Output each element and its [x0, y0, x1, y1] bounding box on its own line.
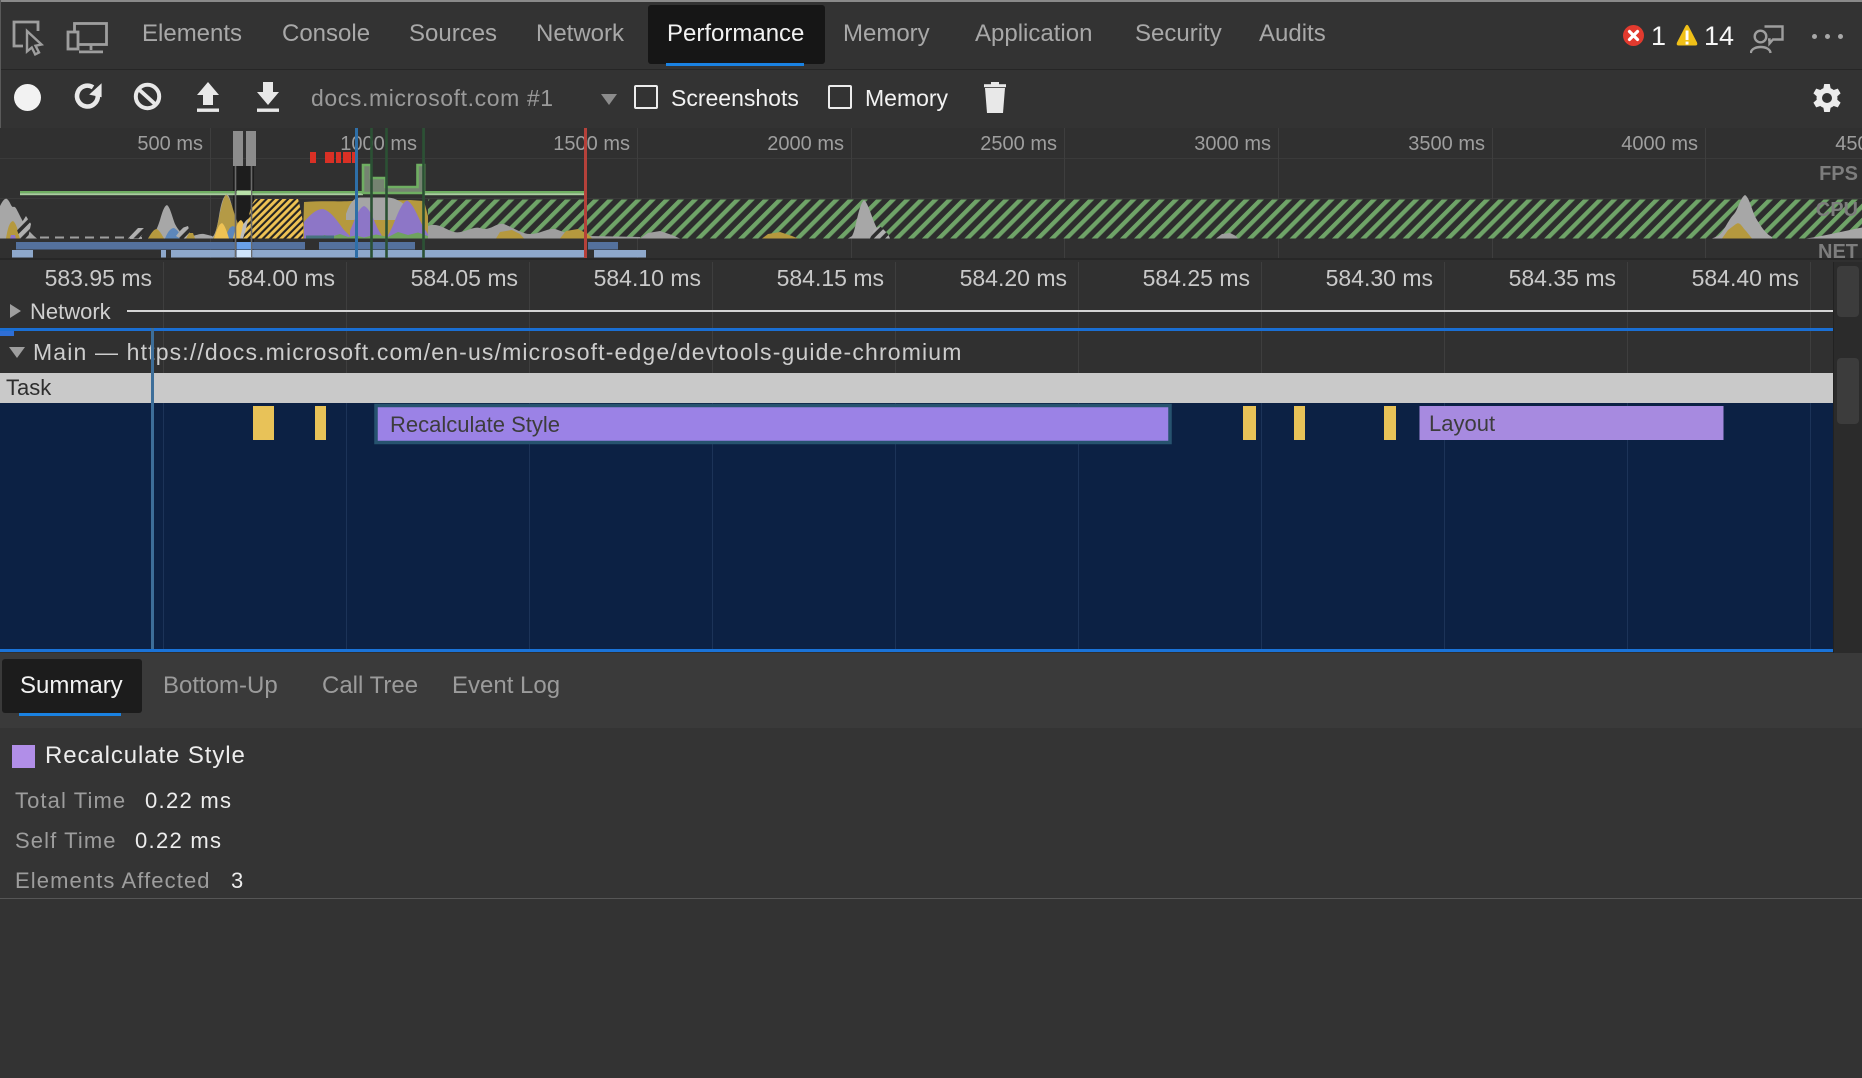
svg-text:584.00 ms: 584.00 ms — [228, 265, 335, 291]
svg-text:FPS: FPS — [1819, 163, 1858, 185]
svg-text:Recalculate Style: Recalculate Style — [390, 412, 560, 437]
svg-text:2500 ms: 2500 ms — [980, 133, 1057, 155]
svg-text:3000 ms: 3000 ms — [1194, 133, 1271, 155]
svg-text:584.20 ms: 584.20 ms — [960, 265, 1067, 291]
svg-text:1500 ms: 1500 ms — [553, 133, 630, 155]
svg-text:584.40 ms: 584.40 ms — [1692, 265, 1799, 291]
svg-text:1000 ms: 1000 ms — [340, 133, 417, 155]
svg-text:4000 ms: 4000 ms — [1621, 133, 1698, 155]
svg-text:584.35 ms: 584.35 ms — [1509, 265, 1616, 291]
svg-text:2000 ms: 2000 ms — [767, 133, 844, 155]
svg-text:4500 ms: 4500 ms — [1835, 133, 1862, 155]
svg-text:583.95 ms: 583.95 ms — [45, 265, 152, 291]
svg-text:584.05 ms: 584.05 ms — [411, 265, 518, 291]
svg-text:CPU: CPU — [1816, 199, 1858, 221]
svg-text:500 ms: 500 ms — [137, 133, 203, 155]
svg-text:584.25 ms: 584.25 ms — [1143, 265, 1250, 291]
svg-text:584.10 ms: 584.10 ms — [594, 265, 701, 291]
svg-text:584.15 ms: 584.15 ms — [777, 265, 884, 291]
svg-text:NET: NET — [1818, 241, 1858, 262]
svg-text:3500 ms: 3500 ms — [1408, 133, 1485, 155]
svg-text:584.30 ms: 584.30 ms — [1326, 265, 1433, 291]
svg-text:Layout: Layout — [1429, 411, 1495, 436]
